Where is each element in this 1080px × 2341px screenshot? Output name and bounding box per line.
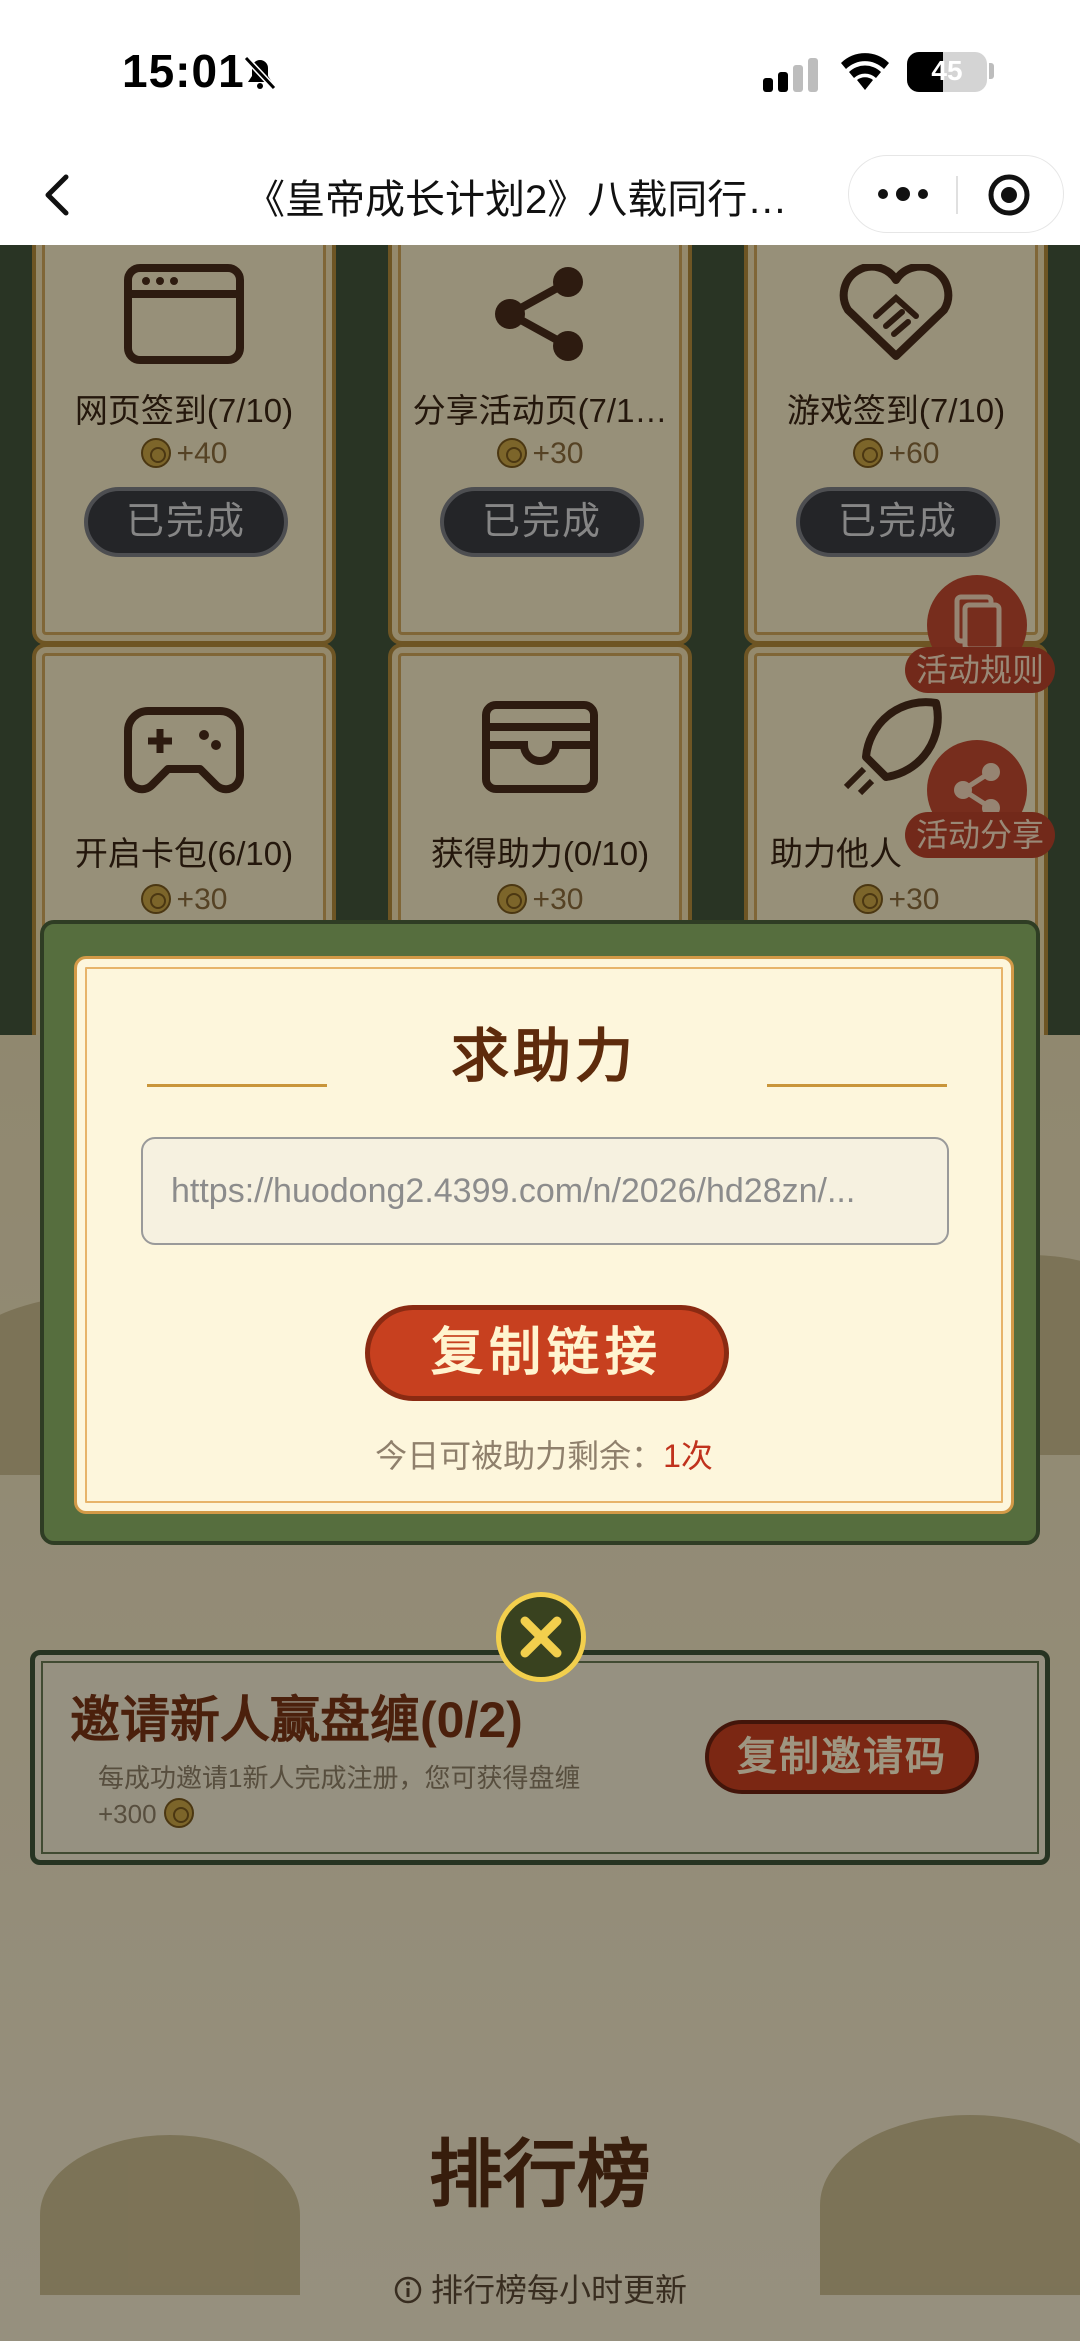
copy-link-button[interactable]: 复制链接 xyxy=(365,1305,729,1401)
remaining-count: 1次 xyxy=(663,1438,713,1474)
modal-close-button[interactable] xyxy=(496,1592,586,1682)
capsule-divider xyxy=(956,176,958,214)
mini-program-capsule xyxy=(848,155,1064,233)
close-icon xyxy=(520,1616,562,1658)
help-request-modal: 求助力 https://huodong2.4399.com/n/2026/hd2… xyxy=(40,920,1040,1545)
modal-title: 求助力 xyxy=(450,1022,637,1090)
more-icon[interactable] xyxy=(877,184,929,204)
modal-panel: 求助力 https://huodong2.4399.com/n/2026/hd2… xyxy=(74,956,1014,1514)
close-mini-program-icon[interactable] xyxy=(987,173,1031,217)
page-title: 《皇帝成长计划2》八载同行… xyxy=(245,178,788,222)
status-bar: 15:01 45 xyxy=(0,0,1080,145)
battery-tip xyxy=(989,63,994,79)
nav-bar: 《皇帝成长计划2》八载同行… xyxy=(0,145,1080,245)
bell-muted-icon xyxy=(243,55,277,91)
remaining-help-text: 今日可被助力剩余：1次 xyxy=(375,1438,713,1474)
share-link-field[interactable]: https://huodong2.4399.com/n/2026/hd28zn/… xyxy=(141,1137,949,1245)
back-icon[interactable] xyxy=(38,165,78,225)
status-time: 15:01 xyxy=(122,45,245,97)
battery-indicator: 45 xyxy=(907,52,987,92)
wifi-icon xyxy=(841,53,889,90)
signal-icon xyxy=(763,58,818,92)
battery-level: 45 xyxy=(931,55,963,86)
